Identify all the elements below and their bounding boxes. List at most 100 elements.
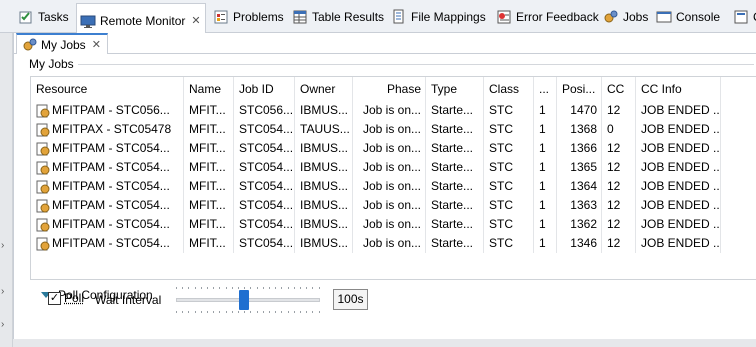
tab-extra-view[interactable]: C (733, 6, 756, 28)
slider-tick (300, 311, 302, 313)
error-feedback-icon (496, 9, 512, 25)
slider-tick (250, 311, 252, 313)
slider-thumb[interactable] (239, 290, 249, 310)
table-cell: STC (484, 101, 534, 120)
column-header[interactable]: Resource (31, 77, 184, 101)
slider-tick (306, 311, 308, 313)
table-cell: MFIT... (184, 215, 234, 234)
tab-tasks[interactable]: Tasks (18, 6, 69, 28)
table-cell: Starte... (426, 158, 484, 177)
slider-tick (182, 311, 184, 313)
tab-table-results[interactable]: Table Results (292, 6, 384, 28)
jobs-table[interactable]: Resource Name Job ID Owner Phase Type Class...… (30, 76, 756, 280)
slider-tick (300, 287, 302, 289)
table-cell: JOB ENDED ... (636, 177, 721, 196)
table-cell: TAUUS... (295, 120, 353, 139)
slider-tick (275, 287, 277, 289)
table-row[interactable]: MFITPAM - STC056... MFIT... STC056... IBMUS… (31, 101, 756, 120)
table-cell: JOB ENDED ... (636, 196, 721, 215)
poll-checkbox-label[interactable]: Poll (64, 291, 84, 305)
slider-tick (200, 311, 202, 313)
table-cell: Job is on... (353, 139, 426, 158)
slider-ticks (176, 287, 320, 289)
tab-console-label: Console (676, 10, 721, 24)
column-header[interactable]: Owner (295, 77, 353, 101)
column-header[interactable]: CC (602, 77, 636, 101)
table-cell: Starte... (426, 139, 484, 158)
table-cell: STC056... (234, 101, 295, 120)
tasks-icon (18, 9, 34, 25)
tab-problems-label: Problems (233, 10, 284, 24)
table-cell: Starte... (426, 215, 484, 234)
table-cell: IBMUS... (295, 215, 353, 234)
table-cell: 1362 (557, 215, 602, 234)
column-header[interactable]: Type (426, 77, 484, 101)
table-row[interactable]: MFITPAM - STC054... MFIT... STC054... IBMUS… (31, 234, 756, 253)
column-header[interactable]: Job ID (234, 77, 295, 101)
wait-interval-slider[interactable] (174, 287, 322, 313)
tab-my-jobs[interactable]: My Jobs ✕ (16, 33, 108, 54)
table-cell: IBMUS... (295, 158, 353, 177)
table-cell: STC054... (234, 120, 295, 139)
divider (14, 53, 756, 54)
table-cell: 1363 (557, 196, 602, 215)
slider-tick (207, 311, 209, 313)
table-cell: IBMUS... (295, 234, 353, 253)
table-cell: MFIT... (184, 120, 234, 139)
close-icon[interactable]: ✕ (92, 38, 101, 51)
column-header[interactable]: ... (534, 77, 557, 101)
table-cell: Starte... (426, 101, 484, 120)
table-row[interactable]: MFITPAM - STC054... MFIT... STC054... IBMUS… (31, 177, 756, 196)
table-cell: STC (484, 120, 534, 139)
table-cell: Job is on... (353, 196, 426, 215)
slider-tick (287, 311, 289, 313)
tab-remote-monitor[interactable]: Remote Monitor ✕ (76, 3, 206, 34)
tab-file-mappings[interactable]: File Mappings (391, 6, 486, 28)
column-header[interactable]: CC Info (636, 77, 721, 101)
table-row[interactable]: MFITPAM - STC054... MFIT... STC054... IBMUS… (31, 139, 756, 158)
table-row[interactable]: MFITPAM - STC054... MFIT... STC054... IBMUS… (31, 158, 756, 177)
table-cell: 12 (602, 215, 636, 234)
table-row[interactable]: MFITPAM - STC054... MFIT... STC054... IBMUS… (31, 196, 756, 215)
slider-tick (293, 287, 295, 289)
slider-tick (256, 311, 258, 313)
table-cell: MFIT... (184, 196, 234, 215)
column-header[interactable]: Phase (353, 77, 426, 101)
table-cell: JOB ENDED ... (636, 234, 721, 253)
slider-tick (318, 287, 320, 289)
column-header[interactable]: Name (184, 77, 234, 101)
table-cell: MFITPAM - STC054... (31, 196, 184, 215)
job-output-icon (36, 123, 50, 137)
close-icon[interactable]: ✕ (191, 14, 200, 27)
job-output-icon (36, 104, 50, 118)
table-row[interactable]: MFITPAX - STC05478 MFIT... STC054... TAUUS.… (31, 120, 756, 139)
slider-tick (269, 311, 271, 313)
table-cell: 1 (534, 139, 557, 158)
table-cell: MFIT... (184, 234, 234, 253)
file-mappings-icon (391, 9, 407, 25)
poll-checkbox[interactable]: ✓ (48, 292, 61, 305)
column-header[interactable]: Class (484, 77, 534, 101)
tab-error-feedback[interactable]: Error Feedback (496, 6, 599, 28)
gutter-marker-icon: › (1, 286, 5, 297)
table-cell: JOB ENDED ... (636, 101, 721, 120)
tab-console[interactable]: Console (656, 6, 720, 28)
slider-ticks (176, 311, 320, 313)
slider-tick (244, 287, 246, 289)
table-cell: 1 (534, 158, 557, 177)
job-output-icon (36, 142, 50, 156)
tab-remote-monitor-label: Remote Monitor (100, 13, 186, 28)
table-cell: IBMUS... (295, 196, 353, 215)
tab-jobs[interactable]: Jobs (603, 6, 648, 28)
slider-tick (225, 287, 227, 289)
tab-problems[interactable]: Problems (213, 6, 284, 28)
table-cell: MFITPAM - STC056... (31, 101, 184, 120)
column-header[interactable]: Posi... (557, 77, 602, 101)
table-row[interactable]: MFITPAM - STC054... MFIT... STC054... IBMUS… (31, 215, 756, 234)
job-output-icon (36, 180, 50, 194)
problems-icon (213, 9, 229, 25)
table-cell: JOB ENDED ... (636, 139, 721, 158)
table-cell: MFIT... (184, 177, 234, 196)
table-cell: MFIT... (184, 101, 234, 120)
tab-error-feedback-label: Error Feedback (516, 10, 599, 24)
